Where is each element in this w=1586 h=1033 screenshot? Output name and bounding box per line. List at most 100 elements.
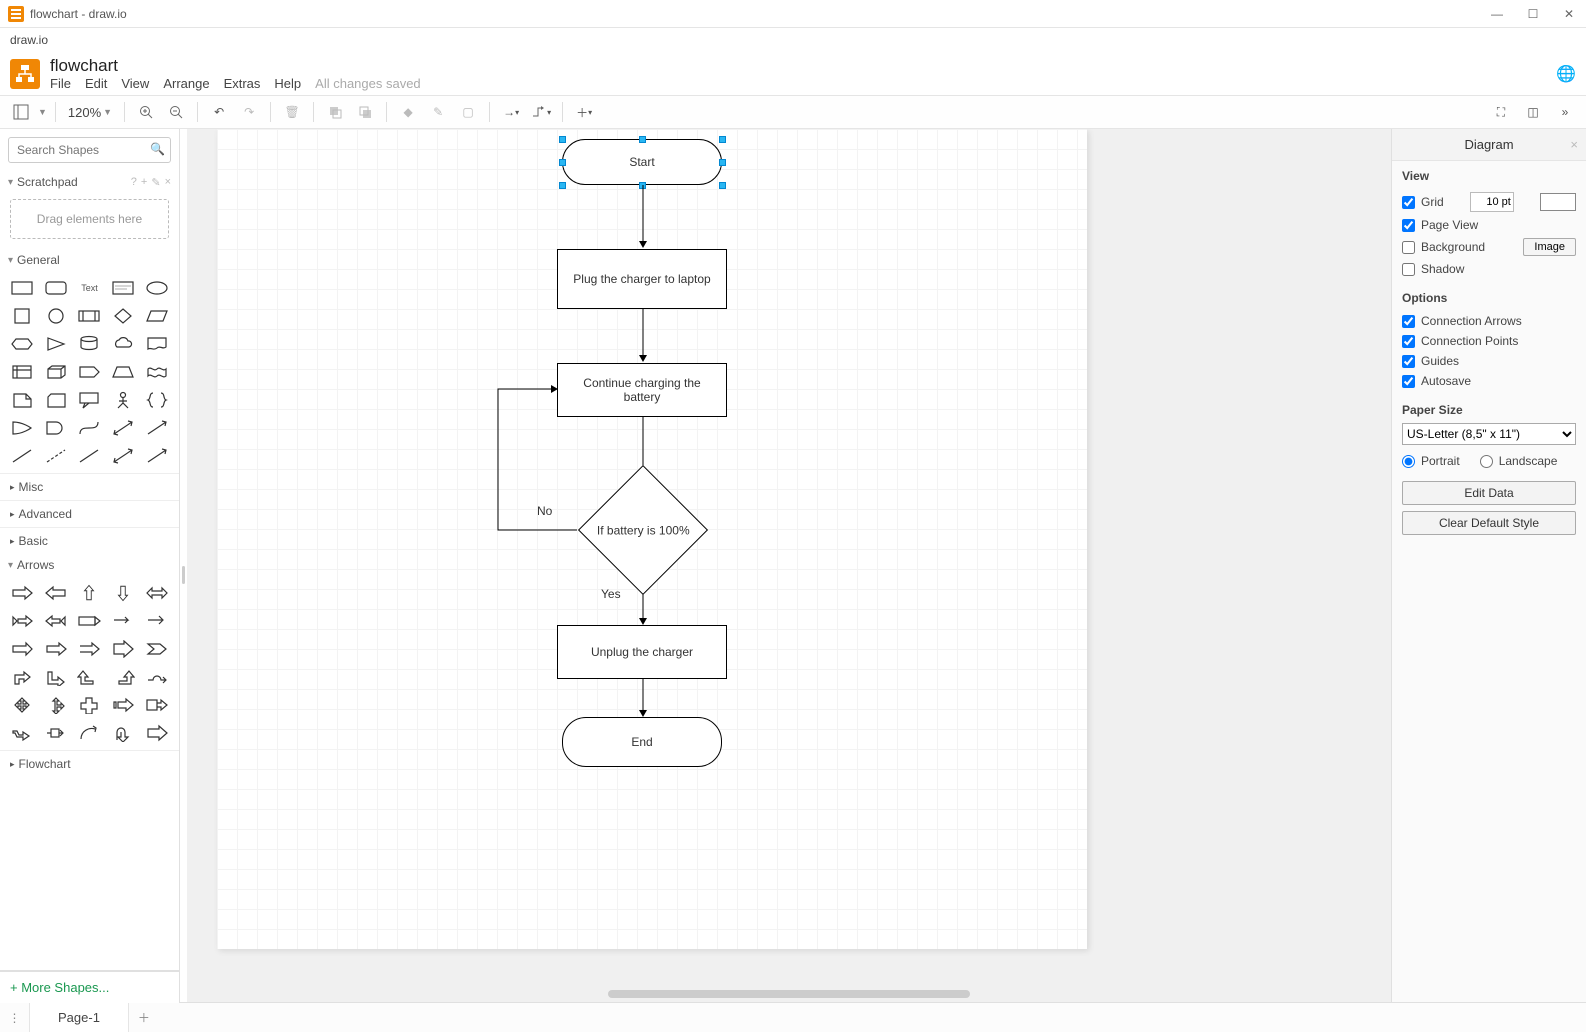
scratchpad-dropzone[interactable]: Drag elements here: [10, 199, 169, 239]
arrow-right[interactable]: [8, 582, 36, 604]
shape-textbox[interactable]: [109, 277, 137, 299]
redo-icon[interactable]: ↷: [236, 99, 262, 125]
shape-ellipse[interactable]: [143, 277, 171, 299]
undo-icon[interactable]: ↶: [206, 99, 232, 125]
shape-card[interactable]: [42, 389, 70, 411]
shape-cloud[interactable]: [109, 333, 137, 355]
clear-style-button[interactable]: Clear Default Style: [1402, 511, 1576, 535]
shape-line2[interactable]: [76, 445, 104, 467]
arrow-bent1[interactable]: [8, 666, 36, 688]
shape-square[interactable]: [8, 305, 36, 327]
search-icon[interactable]: 🔍: [150, 142, 165, 156]
section-general[interactable]: ▾General: [0, 249, 179, 271]
arrow-slim2[interactable]: [143, 610, 171, 632]
paper[interactable]: Start Plug the charger to laptop Continu…: [217, 129, 1087, 949]
zoom-level[interactable]: 120% ▼: [64, 105, 116, 120]
shape-cylinder[interactable]: [76, 333, 104, 355]
arrow-jump[interactable]: [143, 666, 171, 688]
close-icon[interactable]: ✕: [1560, 7, 1578, 21]
arrow-bent3[interactable]: [76, 666, 104, 688]
arrow-chevron[interactable]: [143, 638, 171, 660]
format-panel-icon[interactable]: ◫: [1520, 99, 1546, 125]
delete-icon[interactable]: 🗑: [279, 99, 305, 125]
more-shapes-button[interactable]: + More Shapes...: [0, 971, 179, 1003]
papersize-select[interactable]: US-Letter (8,5" x 11"): [1402, 423, 1576, 445]
selection-handle[interactable]: [559, 136, 566, 143]
arrow-bent2[interactable]: [42, 666, 70, 688]
menu-extras[interactable]: Extras: [224, 76, 261, 91]
grid-size-input[interactable]: [1470, 192, 1514, 212]
shape-curve[interactable]: [76, 417, 104, 439]
collapse-icon[interactable]: »: [1552, 99, 1578, 125]
arrow-tri[interactable]: [42, 694, 70, 716]
pages-menu-icon[interactable]: ⋮: [0, 1003, 30, 1032]
arrow-curve[interactable]: [76, 722, 104, 744]
portrait-radio[interactable]: [1402, 455, 1415, 468]
arrow-open[interactable]: [76, 638, 104, 660]
insert-icon[interactable]: ＋▾: [571, 99, 597, 125]
arrow-double[interactable]: [8, 638, 36, 660]
close-panel-icon[interactable]: ×: [1570, 137, 1578, 152]
shape-document[interactable]: [143, 333, 171, 355]
selection-handle[interactable]: [559, 159, 566, 166]
shape-triangle[interactable]: [42, 333, 70, 355]
menu-view[interactable]: View: [121, 76, 149, 91]
shape-rounded[interactable]: [42, 277, 70, 299]
menu-file[interactable]: File: [50, 76, 71, 91]
left-splitter[interactable]: [180, 129, 187, 1002]
waypoint-icon[interactable]: ▾: [528, 99, 554, 125]
menu-arrange[interactable]: Arrange: [163, 76, 209, 91]
shape-line[interactable]: [8, 445, 36, 467]
arrow-quad[interactable]: [8, 694, 36, 716]
shape-rect[interactable]: [8, 277, 36, 299]
background-checkbox[interactable]: [1402, 241, 1415, 254]
selection-handle[interactable]: [719, 182, 726, 189]
line-color-icon[interactable]: ✎: [425, 99, 451, 125]
arrow-lr[interactable]: [143, 582, 171, 604]
shape-biarrow2[interactable]: [109, 445, 137, 467]
section-misc[interactable]: ▸Misc: [0, 473, 179, 500]
selection-handle[interactable]: [719, 159, 726, 166]
conn-points-checkbox[interactable]: [1402, 335, 1415, 348]
node-end[interactable]: End: [562, 717, 722, 767]
arrow-wide[interactable]: [109, 638, 137, 660]
arrow-uturn[interactable]: [109, 722, 137, 744]
shape-hexagon[interactable]: [8, 333, 36, 355]
conn-arrows-checkbox[interactable]: [1402, 315, 1415, 328]
arrow-bent4[interactable]: [109, 666, 137, 688]
section-flowchart[interactable]: ▸Flowchart: [0, 750, 179, 777]
menu-edit[interactable]: Edit: [85, 76, 107, 91]
document-title[interactable]: flowchart: [50, 56, 421, 76]
zoom-out-icon[interactable]: [163, 99, 189, 125]
maximize-icon[interactable]: ☐: [1524, 7, 1542, 21]
shadow-icon[interactable]: ▢: [455, 99, 481, 125]
shape-process[interactable]: [76, 305, 104, 327]
selection-handle[interactable]: [639, 182, 646, 189]
shape-diamond[interactable]: [109, 305, 137, 327]
node-plug[interactable]: Plug the charger to laptop: [557, 249, 727, 309]
shape-dashline[interactable]: [42, 445, 70, 467]
node-decision[interactable]: If battery is 100%: [578, 465, 708, 595]
shape-text[interactable]: Text: [76, 277, 104, 299]
shape-trapezoid[interactable]: [109, 361, 137, 383]
arrow-up[interactable]: [76, 582, 104, 604]
arrow-cross[interactable]: [76, 694, 104, 716]
close-scratchpad-icon[interactable]: ×: [165, 176, 171, 189]
edit-data-button[interactable]: Edit Data: [1402, 481, 1576, 505]
arrow-right2[interactable]: [42, 638, 70, 660]
menu-help[interactable]: Help: [274, 76, 301, 91]
shape-actor[interactable]: [109, 389, 137, 411]
pageview-checkbox[interactable]: [1402, 219, 1415, 232]
shape-tape[interactable]: [143, 361, 171, 383]
arrow-zigzag[interactable]: [8, 722, 36, 744]
globe-icon[interactable]: 🌐: [1556, 64, 1576, 84]
arrow-box[interactable]: [42, 722, 70, 744]
shape-biarrow[interactable]: [109, 417, 137, 439]
arrow-block[interactable]: [143, 722, 171, 744]
shape-circle[interactable]: [42, 305, 70, 327]
to-front-icon[interactable]: [322, 99, 348, 125]
arrow-down[interactable]: [109, 582, 137, 604]
zoom-in-icon[interactable]: [133, 99, 159, 125]
arrow-slim[interactable]: [109, 610, 137, 632]
add-page-icon[interactable]: ＋: [129, 1003, 159, 1032]
